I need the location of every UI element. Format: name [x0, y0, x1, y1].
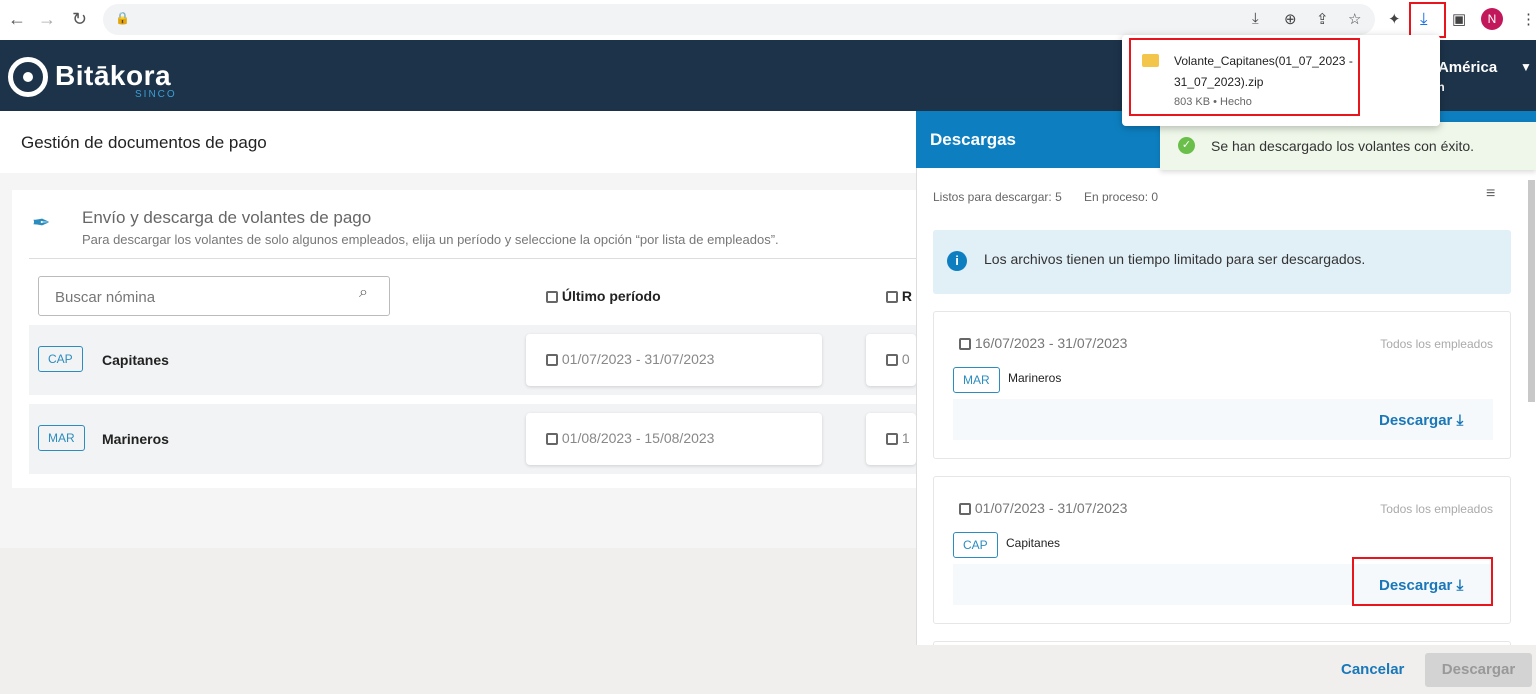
code-tag: CAP — [38, 346, 83, 372]
browser-toolbar: ← → ↻ 🔒 ⤓ ⊕ ⇪ ☆ ✦ ⤓ ▣ N ⋮ — [0, 0, 1536, 40]
section-desc: Para descargar los volantes de solo algu… — [82, 232, 779, 247]
item-period[interactable]: 01/07/2023 - 31/07/2023 — [959, 500, 1127, 516]
title-bar: Gestión de documentos de pago — [0, 111, 916, 173]
info-text: Los archivos tienen un tiempo limitado p… — [984, 251, 1366, 267]
download-button[interactable]: Descargar ⤓ — [1379, 412, 1463, 429]
toast-message: Se han descargado los volantes con éxito… — [1211, 138, 1475, 154]
row-name: Marineros — [102, 431, 169, 447]
downloaded-file-item[interactable]: Volante_Capitanes(01_07_2023 - 31_07_202… — [1129, 38, 1360, 116]
checkbox[interactable] — [886, 433, 898, 446]
logo-wheel-icon — [8, 57, 48, 97]
period-label: 1 — [901, 430, 910, 446]
search-input[interactable]: Buscar nómina ⌕ — [38, 276, 390, 316]
last-period-header[interactable]: Último período — [546, 288, 661, 304]
back-icon[interactable]: ← — [8, 9, 26, 30]
period-option[interactable]: 01/07/2023 - 31/07/2023 — [526, 334, 822, 386]
install-icon[interactable]: ⤓ — [1252, 10, 1259, 27]
download-icon: ⤓ — [1456, 577, 1464, 594]
sidepanel-icon[interactable]: ▣ — [1452, 10, 1466, 28]
extensions-icon[interactable]: ✦ — [1388, 10, 1401, 28]
search-icon: ⌕ — [359, 284, 368, 301]
section-title: Envío y descarga de volantes de pago — [82, 208, 372, 227]
quill-icon: ✒ — [32, 210, 51, 235]
scrollbar[interactable] — [1528, 180, 1535, 402]
star-icon[interactable]: ☆ — [1348, 10, 1361, 28]
logo: Bitākora — [55, 60, 172, 91]
table-row: MAR Marineros 01/08/2023 - 15/08/2023 1 — [29, 404, 916, 474]
checkbox[interactable] — [546, 354, 558, 367]
button-label: Descargar — [1379, 577, 1453, 594]
logo-sub: SINCO — [135, 89, 177, 100]
reload-icon[interactable]: ↻ — [72, 9, 87, 30]
caret-down-icon[interactable]: ▼ — [1520, 60, 1532, 74]
checkbox[interactable] — [959, 503, 971, 516]
panel-footer: Cancelar Descargar — [916, 645, 1536, 694]
download-icon: ⤓ — [1456, 412, 1464, 429]
share-icon[interactable]: ⇪ — [1316, 10, 1329, 28]
menu-icon[interactable]: ⋮ — [1521, 10, 1536, 28]
info-banner: i Los archivos tienen un tiempo limitado… — [933, 230, 1511, 294]
download-all-button[interactable]: Descargar — [1425, 653, 1532, 687]
checkbox[interactable] — [546, 433, 558, 446]
col-label: R — [901, 288, 913, 304]
checkbox[interactable] — [886, 354, 898, 367]
button-label: Descargar — [1379, 412, 1453, 429]
in-process-count: En proceso: 0 — [1084, 190, 1159, 204]
sort-icon[interactable]: ≡ — [1486, 185, 1495, 203]
downloads-button[interactable]: ⤓ — [1409, 2, 1446, 38]
zoom-icon[interactable]: ⊕ — [1284, 10, 1297, 28]
page-title: Gestión de documentos de pago — [21, 133, 267, 152]
check-circle-icon: ✓ — [1178, 137, 1195, 154]
download-popup: Volante_Capitanes(01_07_2023 - 31_07_202… — [1122, 35, 1440, 126]
period-label: 16/07/2023 - 31/07/2023 — [974, 335, 1128, 351]
item-action-bar: Descargar ⤓ — [953, 399, 1493, 440]
code-tag: MAR — [953, 367, 1000, 393]
forward-icon[interactable]: → — [38, 9, 56, 30]
code-tag: CAP — [953, 532, 998, 558]
item-scope: Todos los empleados — [1380, 502, 1493, 516]
period-label: 01/07/2023 - 31/07/2023 — [974, 500, 1128, 516]
period-label: 01/07/2023 - 31/07/2023 — [561, 351, 715, 367]
period-option-2[interactable]: 0 — [866, 334, 916, 386]
period-header-2[interactable]: R — [886, 288, 916, 304]
checkbox[interactable] — [886, 291, 898, 304]
address-bar[interactable]: 🔒 — [103, 4, 1375, 35]
col-label: Último período — [561, 288, 661, 304]
ready-count: Listos para descargar: 5 — [933, 190, 1062, 204]
avatar[interactable]: N — [1481, 8, 1503, 30]
cancel-button[interactable]: Cancelar — [1341, 661, 1404, 678]
checkbox[interactable] — [959, 338, 971, 351]
code-tag: MAR — [38, 425, 85, 451]
success-toast: ✓ Se han descargado los volantes con éxi… — [1160, 122, 1536, 170]
period-option[interactable]: 01/08/2023 - 15/08/2023 — [526, 413, 822, 465]
file-name: Volante_Capitanes(01_07_2023 - — [1174, 54, 1353, 68]
period-label: 0 — [901, 351, 910, 367]
row-name: Capitanes — [102, 352, 169, 368]
download-button[interactable]: Descargar ⤓ — [1352, 557, 1493, 606]
item-name: Marineros — [1008, 371, 1062, 385]
download-item: 16/07/2023 - 31/07/2023 Todos los emplea… — [933, 311, 1511, 459]
search-placeholder: Buscar nómina — [55, 289, 156, 306]
period-option-2[interactable]: 1 — [866, 413, 916, 465]
checkbox[interactable] — [546, 291, 558, 304]
info-icon: i — [947, 251, 967, 271]
lock-icon: 🔒 — [115, 11, 130, 25]
period-label: 01/08/2023 - 15/08/2023 — [561, 430, 715, 446]
file-name-cont: 31_07_2023).zip — [1174, 75, 1264, 89]
file-status: 803 KB • Hecho — [1174, 96, 1252, 108]
item-scope: Todos los empleados — [1380, 337, 1493, 351]
item-name: Capitanes — [1006, 536, 1061, 550]
download-icon: ⤓ — [1420, 9, 1428, 28]
zip-folder-icon — [1142, 54, 1159, 67]
divider — [29, 258, 916, 259]
item-period[interactable]: 16/07/2023 - 31/07/2023 — [959, 335, 1127, 351]
table-row: CAP Capitanes 01/07/2023 - 31/07/2023 0 — [29, 325, 916, 395]
